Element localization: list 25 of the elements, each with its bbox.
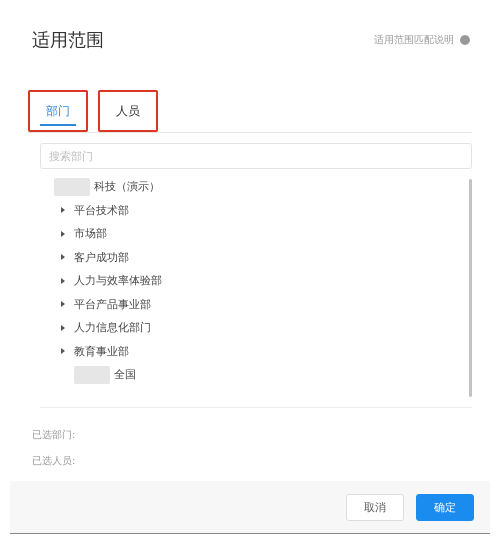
- summary-label: 已选部门:: [32, 428, 76, 442]
- caret-icon[interactable]: [60, 207, 66, 214]
- tree-item[interactable]: 人力信息化部门: [74, 320, 151, 336]
- caret-icon[interactable]: [60, 348, 66, 354]
- cancel-button[interactable]: 取消: [346, 494, 404, 520]
- summary-label: 已选人员:: [32, 454, 76, 468]
- caret-icon[interactable]: [60, 324, 66, 331]
- tab[interactable]: 人员: [98, 90, 158, 132]
- tree-item[interactable]: 科技（演示）: [94, 179, 160, 194]
- tree-item[interactable]: 教育事业部: [74, 344, 129, 359]
- caret-icon[interactable]: [60, 254, 66, 260]
- caret-icon[interactable]: [60, 230, 66, 237]
- caret-icon[interactable]: [60, 278, 66, 284]
- tree-item[interactable]: 全国: [114, 367, 136, 382]
- tab[interactable]: 部门: [28, 90, 88, 132]
- search-field[interactable]: 搜索部门: [40, 143, 472, 169]
- tree-item[interactable]: 市场部: [74, 226, 107, 242]
- tree-item[interactable]: 人力与效率体验部: [74, 273, 162, 288]
- tree-item[interactable]: 平台技术部: [74, 202, 129, 218]
- help-icon[interactable]: [460, 35, 470, 45]
- tree-item[interactable]: 平台产品事业部: [74, 296, 151, 312]
- tree-item[interactable]: 客户成功部: [74, 250, 129, 265]
- scrollbar[interactable]: [469, 179, 472, 397]
- dialog-title: 适用范围: [32, 29, 104, 52]
- caret-icon[interactable]: [60, 301, 66, 308]
